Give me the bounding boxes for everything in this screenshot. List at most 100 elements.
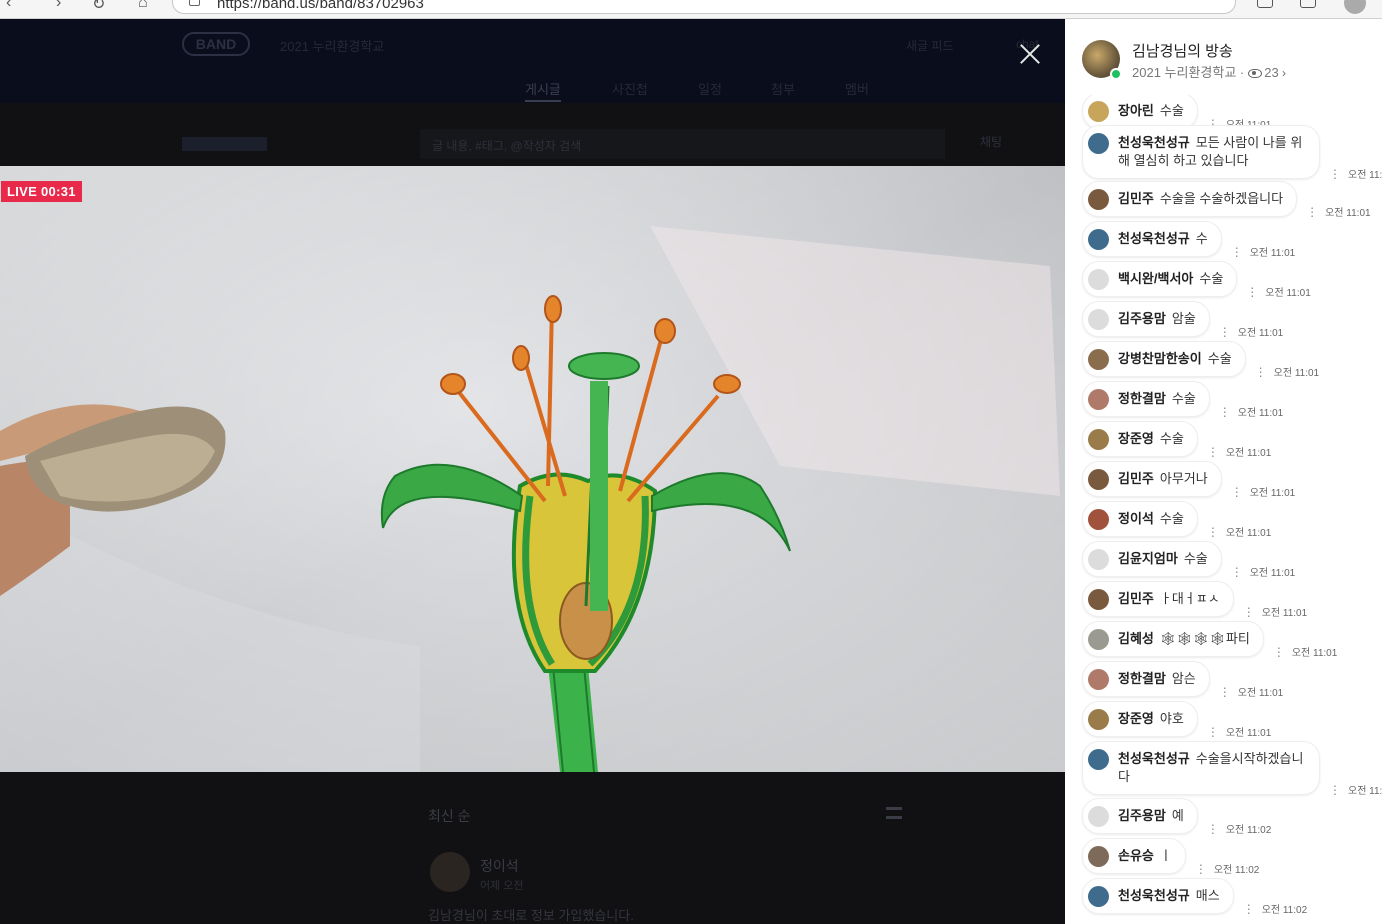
chat-meta: ⋮ 오전 11:01 — [1329, 166, 1382, 181]
address-bar[interactable]: https://band.us/band/83702963 — [172, 0, 1236, 14]
chat-avatar[interactable] — [1088, 806, 1109, 827]
post-text: 김남경님이 초대로 정보 가입했습니다. — [428, 908, 634, 923]
chat-text: 수술 — [1199, 271, 1224, 286]
chat-avatar[interactable] — [1088, 429, 1109, 450]
chat-avatar[interactable] — [1088, 669, 1109, 690]
chat-message: 천성욱천성규 매스 ⋮ 오전 11:02 — [1082, 878, 1307, 916]
more-options-icon[interactable]: ⋮ — [1231, 485, 1243, 499]
chat-bubble[interactable]: 손유승 ㅣ — [1082, 838, 1186, 874]
reload-icon[interactable]: ↻ — [92, 0, 105, 14]
chat-message: 정한결맘 암슨 ⋮ 오전 11:01 — [1082, 661, 1283, 699]
tab-photos: 사진첩 — [612, 82, 648, 97]
tab-attachments: 첨부 — [771, 82, 795, 97]
chat-avatar[interactable] — [1088, 389, 1109, 410]
chat-author: 손유승 — [1118, 848, 1154, 863]
chat-text: ㅣ — [1159, 848, 1172, 863]
more-options-icon[interactable]: ⋮ — [1273, 645, 1285, 659]
chat-avatar[interactable] — [1088, 469, 1109, 490]
more-options-icon[interactable]: ⋮ — [1243, 605, 1255, 619]
more-options-icon[interactable]: ⋮ — [1246, 285, 1258, 299]
chat-message: 정이석 수술 ⋮ 오전 11:01 — [1082, 501, 1271, 539]
more-options-icon[interactable]: ⋮ — [1207, 445, 1219, 459]
chat-avatar[interactable] — [1088, 101, 1109, 122]
chat-bubble[interactable]: 천성욱천성규 모든 사람이 나를 위해 열심히 하고 있습니다 — [1082, 125, 1320, 179]
more-options-icon[interactable]: ⋮ — [1195, 862, 1207, 876]
chat-bubble[interactable]: 김혜성 🕸🕸🕸🕸파티 — [1082, 621, 1264, 657]
broadcast-subtitle[interactable]: 2021 누리환경학교 · 23 › — [1132, 62, 1286, 81]
chat-time: 오전 11:01 — [1249, 488, 1296, 499]
post-author-name: 정이석 — [480, 858, 519, 874]
chat-bubble[interactable]: 김윤지엄마 수술 — [1082, 541, 1222, 577]
sort-label: 최신 순 — [428, 808, 471, 824]
chat-avatar[interactable] — [1088, 589, 1109, 610]
chat-bubble[interactable]: 정한결맘 수술 — [1082, 381, 1210, 417]
more-options-icon[interactable]: ⋮ — [1231, 245, 1243, 259]
more-options-icon[interactable]: ⋮ — [1306, 205, 1318, 219]
chat-avatar[interactable] — [1088, 629, 1109, 650]
more-options-icon[interactable]: ⋮ — [1329, 783, 1341, 797]
browser-toolbar: ‹ › ↻ ⌂ https://band.us/band/83702963 — [0, 0, 1382, 19]
chat-meta: ⋮ 오전 11:01 — [1219, 684, 1283, 699]
chat-avatar[interactable] — [1088, 886, 1109, 907]
favorites-icon[interactable] — [1257, 0, 1273, 8]
chat-meta: ⋮ 오전 11:02 — [1195, 861, 1259, 876]
chat-author: 정한결맘 — [1118, 391, 1166, 406]
chat-bubble[interactable]: 김주용맘 암술 — [1082, 301, 1210, 337]
chat-bubble[interactable]: 김민주 아무거나 — [1082, 461, 1222, 497]
chat-bubble[interactable]: 천성욱천성규 매스 — [1082, 878, 1234, 914]
more-options-icon[interactable]: ⋮ — [1231, 565, 1243, 579]
chat-bubble[interactable]: 천성욱천성규 수 — [1082, 221, 1222, 257]
more-options-icon[interactable]: ⋮ — [1243, 902, 1255, 916]
chat-meta: ⋮ 오전 11:01 — [1273, 644, 1337, 659]
chat-bubble[interactable]: 정한결맘 암슨 — [1082, 661, 1210, 697]
chat-avatar[interactable] — [1088, 133, 1109, 154]
chat-avatar[interactable] — [1088, 749, 1109, 770]
live-video[interactable] — [0, 166, 1065, 772]
more-options-icon[interactable]: ⋮ — [1255, 365, 1267, 379]
post-author-avatar — [430, 852, 470, 892]
more-options-icon[interactable]: ⋮ — [1219, 685, 1231, 699]
more-options-icon[interactable]: ⋮ — [1207, 822, 1219, 836]
chat-avatar[interactable] — [1088, 846, 1109, 867]
host-avatar[interactable] — [1082, 40, 1122, 80]
chat-bubble[interactable]: 김민주 ㅏ대ㅓㅍㅅ — [1082, 581, 1234, 617]
more-options-icon[interactable]: ⋮ — [1207, 725, 1219, 739]
more-options-icon[interactable]: ⋮ — [1219, 405, 1231, 419]
broadcast-header: 김남경님의 방송 2021 누리환경학교 · 23 › — [1065, 19, 1382, 95]
chat-meta: ⋮ 오전 11:01 — [1243, 604, 1307, 619]
chat-bubble[interactable]: 김주용맘 예 — [1082, 798, 1198, 834]
back-icon[interactable]: ‹ — [6, 0, 11, 12]
chat-text: 매스 — [1195, 888, 1220, 903]
more-options-icon[interactable]: ⋮ — [1329, 167, 1341, 181]
chat-bubble[interactable]: 장준영 수술 — [1082, 421, 1198, 457]
chat-avatar[interactable] — [1088, 349, 1109, 370]
chat-message: 김민주 아무거나 ⋮ 오전 11:01 — [1082, 461, 1296, 499]
chat-avatar[interactable] — [1088, 309, 1109, 330]
collections-icon[interactable] — [1300, 0, 1316, 8]
chat-avatar[interactable] — [1088, 509, 1109, 530]
chat-bubble[interactable]: 장준영 야호 — [1082, 701, 1198, 737]
chat-bubble[interactable]: 정이석 수술 — [1082, 501, 1198, 537]
chat-meta: ⋮ 오전 11:01 — [1231, 564, 1295, 579]
chat-bubble[interactable]: 김민주 수술을 수술하겠읍니다 — [1082, 181, 1298, 217]
profile-avatar[interactable] — [1344, 0, 1366, 14]
more-options-icon[interactable]: ⋮ — [1207, 525, 1219, 539]
chat-bubble[interactable]: 장아린 수술 — [1082, 93, 1198, 129]
chat-message: 백시완/백서아 수술 ⋮ 오전 11:01 — [1082, 261, 1311, 299]
band-logo: BAND — [182, 32, 250, 56]
band-chat-label: 채팅 — [980, 135, 1003, 149]
chat-message: 정한결맘 수술 ⋮ 오전 11:01 — [1082, 381, 1283, 419]
home-icon[interactable]: ⌂ — [138, 0, 148, 12]
chat-avatar[interactable] — [1088, 709, 1109, 730]
chat-bubble[interactable]: 강병찬맘한송이 수술 — [1082, 341, 1246, 377]
chat-avatar[interactable] — [1088, 269, 1109, 290]
close-icon[interactable] — [1016, 40, 1044, 68]
chat-avatar[interactable] — [1088, 229, 1109, 250]
chat-bubble[interactable]: 백시완/백서아 수술 — [1082, 261, 1238, 297]
more-options-icon[interactable]: ⋮ — [1219, 325, 1231, 339]
chat-avatar[interactable] — [1088, 549, 1109, 570]
forward-icon[interactable]: › — [56, 0, 61, 12]
chat-bubble[interactable]: 천성욱천성규 수술을시작하겠습니다 — [1082, 741, 1320, 795]
chat-message: 김혜성 🕸🕸🕸🕸파티 ⋮ 오전 11:01 — [1082, 621, 1337, 659]
chat-avatar[interactable] — [1088, 189, 1109, 210]
